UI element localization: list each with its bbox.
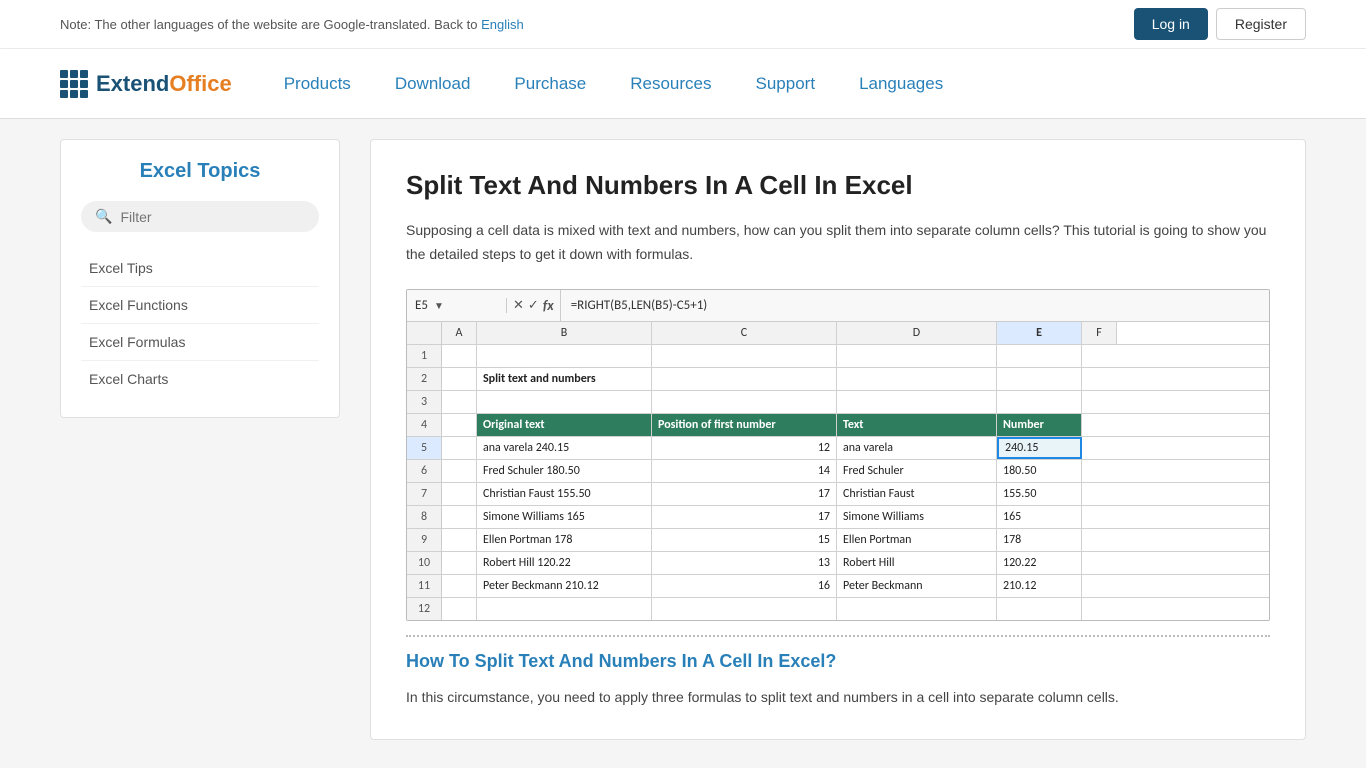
col-header-e: E bbox=[997, 322, 1082, 344]
table-row: 12 bbox=[407, 598, 1269, 620]
filter-input[interactable] bbox=[120, 209, 305, 225]
table-row: 7 Christian Faust 155.50 17 Christian Fa… bbox=[407, 483, 1269, 506]
col-header-f: F bbox=[1082, 322, 1117, 344]
table-row: 4 Original text Position of first number… bbox=[407, 414, 1269, 437]
filter-box[interactable]: 🔍 bbox=[81, 201, 319, 232]
table-row: 8 Simone Williams 165 17 Simone Williams… bbox=[407, 506, 1269, 529]
table-row: 9 Ellen Portman 178 15 Ellen Portman 178 bbox=[407, 529, 1269, 552]
nav-item-support[interactable]: Support bbox=[734, 49, 838, 119]
logo[interactable]: ExtendOffice bbox=[60, 70, 232, 98]
table-row: 5 ana varela 240.15 12 ana varela 240.15 bbox=[407, 437, 1269, 460]
logo-text: ExtendOffice bbox=[96, 71, 232, 97]
col-header-d: D bbox=[837, 322, 997, 344]
sidebar-item-excel-charts[interactable]: Excel Charts bbox=[81, 361, 319, 397]
table-row: 6 Fred Schuler 180.50 14 Fred Schuler 18… bbox=[407, 460, 1269, 483]
row-num-header bbox=[407, 322, 442, 344]
sidebar: Excel Topics 🔍 Excel Tips Excel Function… bbox=[60, 139, 340, 418]
article-title: Split Text And Numbers In A Cell In Exce… bbox=[406, 170, 1270, 201]
col-header-a: A bbox=[442, 322, 477, 344]
col-header-row: A B C D E F bbox=[407, 322, 1269, 345]
formula-bar: E5 ▼ ✕ ✓ fx =RIGHT(B5,LEN(B5)-C5+1) bbox=[407, 290, 1269, 322]
excel-spreadsheet: E5 ▼ ✕ ✓ fx =RIGHT(B5,LEN(B5)-C5+1) A B … bbox=[406, 289, 1270, 621]
login-button[interactable]: Log in bbox=[1134, 8, 1208, 40]
english-link[interactable]: English bbox=[481, 17, 524, 32]
table-row: 10 Robert Hill 120.22 13 Robert Hill 120… bbox=[407, 552, 1269, 575]
formula-controls: ✕ ✓ fx bbox=[507, 290, 561, 321]
nav-item-download[interactable]: Download bbox=[373, 49, 493, 119]
col-header-c: C bbox=[652, 322, 837, 344]
table-row: 11 Peter Beckmann 210.12 16 Peter Beckma… bbox=[407, 575, 1269, 598]
navbar: ExtendOffice Products Download Purchase … bbox=[0, 49, 1366, 119]
fx-icon[interactable]: fx bbox=[543, 297, 554, 314]
logo-grid-icon bbox=[60, 70, 88, 98]
sidebar-links: Excel Tips Excel Functions Excel Formula… bbox=[81, 250, 319, 397]
sidebar-item-excel-formulas[interactable]: Excel Formulas bbox=[81, 324, 319, 361]
table-row: 3 bbox=[407, 391, 1269, 414]
close-formula-icon[interactable]: ✕ bbox=[513, 298, 524, 313]
article-content: Split Text And Numbers In A Cell In Exce… bbox=[370, 139, 1306, 740]
main-container: Excel Topics 🔍 Excel Tips Excel Function… bbox=[0, 119, 1366, 760]
nav-links: Products Download Purchase Resources Sup… bbox=[262, 49, 965, 118]
sidebar-title: Excel Topics bbox=[81, 160, 319, 183]
cell-reference[interactable]: E5 ▼ bbox=[407, 298, 507, 313]
section2-title: How To Split Text And Numbers In A Cell … bbox=[406, 651, 1270, 672]
notice-text: Note: The other languages of the website… bbox=[60, 17, 1134, 32]
cell-ref-text: E5 bbox=[415, 298, 428, 313]
register-button[interactable]: Register bbox=[1216, 8, 1306, 40]
formula-text: =RIGHT(B5,LEN(B5)-C5+1) bbox=[561, 298, 1269, 313]
section2-text: In this circumstance, you need to apply … bbox=[406, 686, 1270, 710]
notice-bar: Note: The other languages of the website… bbox=[0, 0, 1366, 49]
table-row: 1 bbox=[407, 345, 1269, 368]
nav-item-products[interactable]: Products bbox=[262, 49, 373, 119]
nav-item-resources[interactable]: Resources bbox=[608, 49, 733, 119]
table-row: 2 Split text and numbers bbox=[407, 368, 1269, 391]
nav-item-languages[interactable]: Languages bbox=[837, 49, 965, 119]
article-intro: Supposing a cell data is mixed with text… bbox=[406, 219, 1270, 267]
confirm-formula-icon[interactable]: ✓ bbox=[528, 298, 539, 313]
sidebar-item-excel-tips[interactable]: Excel Tips bbox=[81, 250, 319, 287]
col-header-b: B bbox=[477, 322, 652, 344]
excel-grid: A B C D E F 1 bbox=[407, 322, 1269, 620]
auth-buttons: Log in Register bbox=[1134, 8, 1306, 40]
cell-ref-dropdown-icon: ▼ bbox=[434, 299, 444, 312]
sidebar-item-excel-functions[interactable]: Excel Functions bbox=[81, 287, 319, 324]
section-divider bbox=[406, 635, 1270, 637]
search-icon: 🔍 bbox=[95, 208, 112, 225]
notice-message: Note: The other languages of the website… bbox=[60, 17, 481, 32]
nav-item-purchase[interactable]: Purchase bbox=[492, 49, 608, 119]
